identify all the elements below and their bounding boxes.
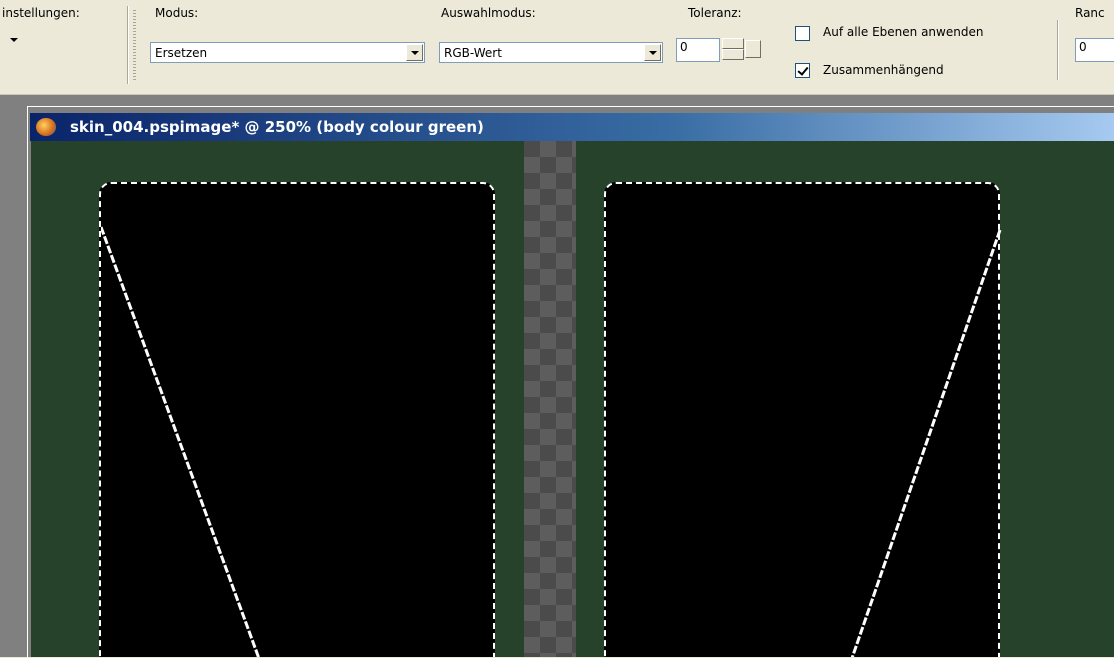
document-title: skin_004.pspimage* @ 250% (body colour g…: [70, 118, 484, 136]
left-selection-panel: [99, 182, 495, 657]
edge-value: 0: [1079, 40, 1087, 54]
tolerance-label: Toleranz:: [688, 6, 742, 20]
toolbar-separator: [127, 6, 129, 84]
tool-options-bar: instellungen: Modus: Ersetzen Auswahlmod…: [0, 0, 1114, 95]
edge-input[interactable]: 0: [1075, 38, 1114, 62]
left-diagonal-line: [101, 226, 261, 657]
spin-up-icon[interactable]: [722, 38, 744, 49]
selection-mode-value: RGB-Wert: [444, 46, 502, 60]
spin-down-icon[interactable]: [722, 49, 744, 60]
image-canvas[interactable]: [31, 141, 1114, 657]
document-titlebar[interactable]: skin_004.pspimage* @ 250% (body colour g…: [30, 113, 1114, 141]
settings-label: instellungen:: [2, 6, 80, 20]
settings-dropdown-arrow-icon[interactable]: [10, 38, 18, 42]
contiguous-label: Zusammenhängend: [823, 63, 944, 77]
transparency-strip: [524, 141, 576, 657]
spin-slider-icon[interactable]: [745, 40, 761, 58]
mode-select[interactable]: Ersetzen: [150, 42, 425, 63]
selection-mode-label: Auswahlmodus:: [441, 6, 536, 20]
mode-label: Modus:: [155, 6, 199, 20]
all-layers-label: Auf alle Ebenen anwenden: [823, 25, 984, 39]
all-layers-checkbox[interactable]: [795, 26, 810, 41]
toolbar-separator-2: [1057, 20, 1059, 80]
tolerance-spinner[interactable]: [722, 38, 776, 60]
app-document-icon: [36, 118, 56, 136]
selection-mode-dropdown-arrow-icon[interactable]: [644, 44, 661, 61]
right-selection-panel: [604, 182, 1002, 657]
right-diagonal-line: [850, 229, 1002, 657]
tolerance-input[interactable]: 0: [676, 38, 720, 62]
edge-label: Ranc: [1075, 6, 1105, 20]
mode-dropdown-arrow-icon[interactable]: [406, 44, 423, 61]
tolerance-value: 0: [680, 40, 688, 54]
contiguous-checkbox[interactable]: [795, 63, 810, 78]
selection-mode-select[interactable]: RGB-Wert: [439, 42, 663, 63]
mode-value: Ersetzen: [155, 46, 208, 60]
toolbar-grip[interactable]: [133, 10, 136, 80]
